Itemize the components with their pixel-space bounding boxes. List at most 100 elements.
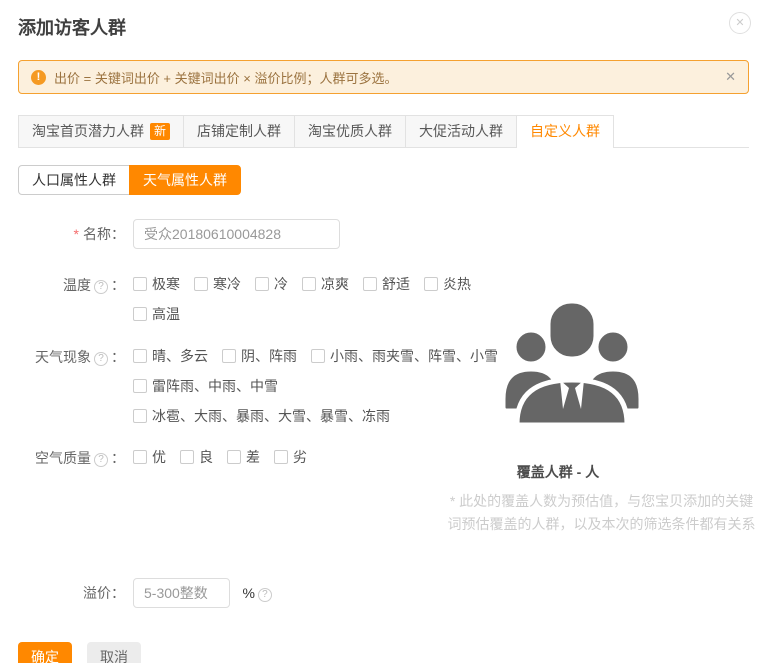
required-asterisk: * bbox=[74, 226, 79, 242]
tab-custom[interactable]: 自定义人群 bbox=[516, 115, 614, 148]
help-icon[interactable]: ? bbox=[258, 588, 272, 602]
dialog-close-icon[interactable]: ✕ bbox=[729, 12, 751, 34]
checkbox-icon[interactable] bbox=[180, 450, 194, 464]
colon: ： bbox=[111, 450, 125, 466]
option-label: 冰雹、大雨、暴雨、大雪、暴雪、冻雨 bbox=[152, 406, 390, 426]
option-label: 寒冷 bbox=[213, 274, 241, 294]
tab-label: 自定义人群 bbox=[530, 121, 600, 141]
air-quality-label: 空气质量?： bbox=[18, 443, 125, 473]
checkbox-icon[interactable] bbox=[227, 450, 241, 464]
option-label: 优 bbox=[152, 447, 166, 467]
checkbox-icon[interactable] bbox=[363, 277, 377, 291]
page-title: 添加访客人群 bbox=[18, 14, 749, 40]
checkbox-icon[interactable] bbox=[133, 349, 147, 363]
cancel-button[interactable]: 取消 bbox=[87, 642, 141, 663]
air-quality-label-text: 空气质量 bbox=[35, 450, 91, 466]
colon: ： bbox=[111, 277, 125, 293]
air_quality-option[interactable]: 劣 bbox=[274, 447, 307, 467]
option-label: 冷 bbox=[274, 274, 288, 294]
option-label: 晴、多云 bbox=[152, 346, 208, 366]
tab-label: 大促活动人群 bbox=[419, 121, 503, 141]
air_quality-option[interactable]: 差 bbox=[227, 447, 260, 467]
help-icon[interactable]: ? bbox=[94, 453, 108, 467]
tab-label: 店铺定制人群 bbox=[197, 121, 281, 141]
option-label: 高温 bbox=[152, 304, 180, 324]
premium-row: 溢价： %? bbox=[18, 578, 749, 608]
colon: ： bbox=[111, 349, 125, 365]
option-label: 良 bbox=[199, 447, 213, 467]
option-label: 劣 bbox=[293, 447, 307, 467]
tab-shop-custom[interactable]: 店铺定制人群 bbox=[183, 115, 295, 147]
tab-promo-activity[interactable]: 大促活动人群 bbox=[405, 115, 517, 147]
temperature-option[interactable]: 凉爽 bbox=[302, 274, 349, 294]
confirm-button[interactable]: 确定 bbox=[18, 642, 72, 663]
checkbox-icon[interactable] bbox=[424, 277, 438, 291]
banner-text: 出价 = 关键词出价 + 关键词出价 × 溢价比例；人群可多选。 bbox=[54, 68, 397, 87]
temperature-option-row: 极寒寒冷冷凉爽舒适炎热 bbox=[133, 270, 485, 298]
checkbox-icon[interactable] bbox=[274, 450, 288, 464]
help-icon[interactable]: ? bbox=[94, 280, 108, 294]
banner-close-icon[interactable]: ✕ bbox=[725, 69, 736, 85]
alert-icon: ! bbox=[31, 70, 46, 85]
checkbox-icon[interactable] bbox=[302, 277, 316, 291]
temperature-label-text: 温度 bbox=[63, 277, 91, 293]
name-label: *名称： bbox=[18, 219, 125, 249]
air_quality-option[interactable]: 优 bbox=[133, 447, 166, 467]
option-label: 阴、阵雨 bbox=[241, 346, 297, 366]
bid-formula-banner: ! 出价 = 关键词出价 + 关键词出价 × 溢价比例；人群可多选。 ✕ bbox=[18, 60, 749, 94]
premium-label-text: 溢价 bbox=[83, 585, 111, 601]
checkbox-icon[interactable] bbox=[255, 277, 269, 291]
weather_phenomenon-option[interactable]: 晴、多云 bbox=[133, 346, 208, 366]
audience-name-input[interactable] bbox=[133, 219, 340, 249]
checkbox-icon[interactable] bbox=[133, 277, 147, 291]
weather-phenomenon-label: 天气现象?： bbox=[18, 342, 125, 372]
option-label: 差 bbox=[246, 447, 260, 467]
temperature-option[interactable]: 冷 bbox=[255, 274, 288, 294]
subtab-weather[interactable]: 天气属性人群 bbox=[129, 165, 241, 195]
weather_phenomenon-option[interactable]: 阴、阵雨 bbox=[222, 346, 297, 366]
checkbox-icon[interactable] bbox=[133, 307, 147, 321]
tab-label: 淘宝首页潜力人群 bbox=[32, 121, 144, 141]
air-quality-options: 优良差劣 bbox=[133, 443, 321, 473]
dialog-footer: 确定 取消 bbox=[0, 642, 767, 663]
name-label-text: 名称 bbox=[83, 226, 111, 242]
audience-tab-bar: 淘宝首页潜力人群新店铺定制人群淘宝优质人群大促活动人群自定义人群 bbox=[18, 115, 749, 148]
option-label: 凉爽 bbox=[321, 274, 349, 294]
option-label: 舒适 bbox=[382, 274, 410, 294]
coverage-caption: 覆盖人群 - 人 bbox=[443, 462, 673, 482]
checkbox-icon[interactable] bbox=[133, 450, 147, 464]
air_quality-option-row: 优良差劣 bbox=[133, 443, 321, 471]
temperature-options: 极寒寒冷冷凉爽舒适炎热高温 bbox=[133, 270, 485, 330]
new-badge: 新 bbox=[150, 123, 170, 140]
option-label: 雷阵雨、中雨、中雪 bbox=[152, 376, 278, 396]
checkbox-icon[interactable] bbox=[194, 277, 208, 291]
weather-phenomenon-label-text: 天气现象 bbox=[35, 349, 91, 365]
option-label: 极寒 bbox=[152, 274, 180, 294]
weather_phenomenon-option[interactable]: 冰雹、大雨、暴雨、大雪、暴雪、冻雨 bbox=[133, 406, 390, 426]
temperature-label: 温度?： bbox=[18, 270, 125, 300]
temperature-option-row: 高温 bbox=[133, 300, 485, 328]
temperature-option[interactable]: 舒适 bbox=[363, 274, 410, 294]
help-icon[interactable]: ? bbox=[94, 352, 108, 366]
temperature-option[interactable]: 寒冷 bbox=[194, 274, 241, 294]
temperature-option[interactable]: 高温 bbox=[133, 304, 180, 324]
add-visitor-audience-dialog: 添加访客人群 ✕ ! 出价 = 关键词出价 + 关键词出价 × 溢价比例；人群可… bbox=[0, 0, 767, 663]
premium-input[interactable] bbox=[133, 578, 230, 608]
tab-taobao-quality[interactable]: 淘宝优质人群 bbox=[294, 115, 406, 147]
subtab-demographic[interactable]: 人口属性人群 bbox=[18, 165, 130, 195]
checkbox-icon[interactable] bbox=[133, 379, 147, 393]
checkbox-icon[interactable] bbox=[311, 349, 325, 363]
tab-taobao-home-potential[interactable]: 淘宝首页潜力人群新 bbox=[18, 115, 184, 147]
coverage-note: * 此处的覆盖人数为预估值，与您宝贝添加的关键词预估覆盖的人群，以及本次的筛选条… bbox=[443, 490, 760, 536]
colon: ： bbox=[111, 226, 125, 242]
air_quality-option[interactable]: 良 bbox=[180, 447, 213, 467]
temperature-option[interactable]: 极寒 bbox=[133, 274, 180, 294]
checkbox-icon[interactable] bbox=[133, 409, 147, 423]
percent-unit: % bbox=[242, 578, 254, 608]
weather_phenomenon-option[interactable]: 雷阵雨、中雨、中雪 bbox=[133, 376, 278, 396]
audience-group-icon bbox=[497, 295, 647, 425]
dialog-header: 添加访客人群 bbox=[0, 0, 767, 40]
premium-label: 溢价： bbox=[18, 578, 125, 608]
checkbox-icon[interactable] bbox=[222, 349, 236, 363]
tab-label: 淘宝优质人群 bbox=[308, 121, 392, 141]
